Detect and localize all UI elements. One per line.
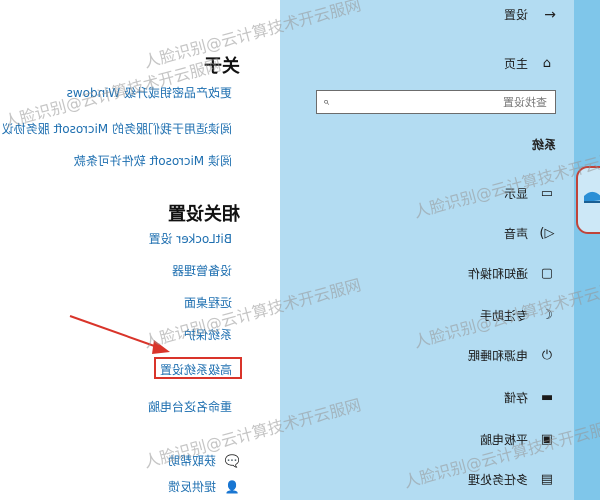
app-logo-icon (584, 191, 600, 203)
desktop-background (574, 0, 600, 500)
system-protection-link[interactable]: 系统保护 (184, 326, 232, 343)
feedback-link[interactable]: 👤 提供反馈 (168, 478, 240, 495)
back-button[interactable]: ← 设置 (504, 6, 556, 23)
search-input[interactable]: 查找设置 ⌕ (316, 90, 556, 114)
pointer-arrow (69, 315, 170, 354)
upgrade-windows-link[interactable]: 更改产品密钥或升级 Windows (67, 84, 232, 101)
get-help-link[interactable]: 💬 获取帮助 (168, 452, 240, 469)
service-agreement-link[interactable]: 阅读适用于我们服务的 Microsoft 服务协议 (2, 120, 232, 137)
remote-desktop-link[interactable]: 远程桌面 (184, 294, 232, 311)
search-icon: ⌕ (323, 95, 330, 108)
bitlocker-link[interactable]: BitLocker 设置 (149, 230, 232, 247)
sidebar-item-label: 多任务处理 (467, 472, 528, 487)
sidebar-item-power[interactable]: ⏻ 电源和睡眠 (468, 344, 556, 366)
page-title: 关于 (204, 56, 240, 77)
search-placeholder: 查找设置 (503, 96, 547, 109)
get-help-label: 获取帮助 (167, 454, 216, 468)
sidebar-item-label: 显示 (503, 186, 528, 201)
sidebar-item-notifications[interactable]: ▢ 通知和操作 (468, 262, 556, 284)
related-settings-heading: 相关设置 (168, 204, 240, 225)
moon-icon: ☾ (541, 307, 553, 323)
power-icon: ⏻ (541, 347, 553, 363)
mirrored-window: 关于 更改产品密钥或升级 Windows 阅读适用于我们服务的 Microsof… (0, 0, 600, 500)
settings-sidebar: ← 设置 ⌂ 主页 查找设置 ⌕ 系统 ▭ 显示 ◁) 声音 ▢ 通知和操作 ☾… (280, 0, 600, 500)
sidebar-item-label: 平板电脑 (479, 432, 528, 447)
feedback-label: 提供反馈 (167, 480, 216, 494)
sidebar-item-sound[interactable]: ◁) 声音 (504, 222, 556, 244)
sidebar-item-label: 专注助手 (479, 308, 528, 323)
sidebar-item-label: 主页 (503, 56, 528, 71)
sidebar-item-display[interactable]: ▭ 显示 (504, 182, 556, 204)
feedback-icon: 👤 (224, 479, 240, 494)
rename-pc-link[interactable]: 重命名这台电脑 (148, 398, 232, 415)
device-manager-link[interactable]: 设备管理器 (172, 262, 232, 279)
sidebar-item-multitasking[interactable]: ▤ 多任务处理 (468, 468, 556, 490)
sidebar-item-focus-assist[interactable]: ☾ 专注助手 (480, 304, 556, 326)
speaker-icon: ◁) (539, 225, 555, 241)
screenshot-stage: 关于 更改产品密钥或升级 Windows 阅读适用于我们服务的 Microsof… (0, 0, 600, 500)
monitor-icon: ▭ (540, 185, 554, 201)
sidebar-item-storage[interactable]: ▬ 存储 (504, 386, 556, 408)
tablet-icon: ▣ (540, 431, 554, 447)
storage-icon: ▬ (540, 389, 554, 405)
help-chat-icon: 💬 (224, 453, 240, 468)
section-label-system: 系统 (531, 138, 556, 152)
sidebar-item-label: 电源和睡眠 (467, 348, 528, 363)
back-arrow-icon: ← (544, 6, 556, 23)
sidebar-item-label: 声音 (503, 226, 528, 241)
sidebar-item-home[interactable]: ⌂ 主页 (504, 52, 556, 74)
sidebar-item-label: 通知和操作 (467, 266, 528, 281)
home-icon: ⌂ (542, 55, 552, 71)
multitask-icon: ▤ (540, 471, 554, 487)
sidebar-item-tablet[interactable]: ▣ 平板电脑 (480, 428, 556, 450)
settings-title: 设置 (503, 8, 528, 22)
desktop-app-icon[interactable] (576, 166, 600, 234)
license-terms-link[interactable]: 阅读 Microsoft 软件许可条款 (74, 152, 232, 169)
about-panel: 关于 更改产品密钥或升级 Windows 阅读适用于我们服务的 Microsof… (0, 0, 280, 500)
notification-icon: ▢ (540, 265, 554, 281)
sidebar-item-label: 存储 (503, 390, 528, 405)
